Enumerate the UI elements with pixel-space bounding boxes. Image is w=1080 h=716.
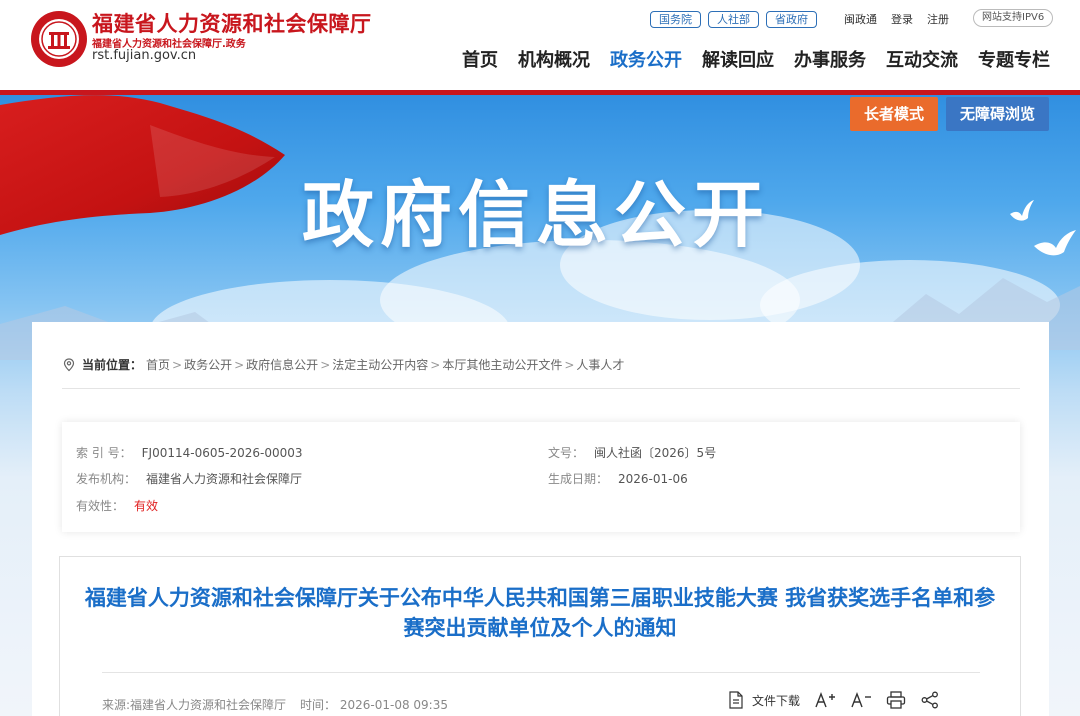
print-icon <box>886 691 906 709</box>
font-increase-icon <box>815 692 836 708</box>
content-card: 当前位置： 首页 > 政务公开 > 政府信息公开 > 法定主动公开内容 > 本厅… <box>32 322 1049 716</box>
divider <box>62 388 1020 389</box>
breadcrumb-item-info-disclosure[interactable]: 政府信息公开 <box>246 356 318 373</box>
meta-date-label: 生成日期： <box>548 472 609 486</box>
share-icon <box>921 691 938 709</box>
document-source: 来源:福建省人力资源和社会保障厅 <box>102 698 287 712</box>
location-icon <box>63 357 75 371</box>
meta-docno-label: 文号： <box>548 446 585 460</box>
link-provincial-gov[interactable]: 省政府 <box>766 10 817 28</box>
meta-org-label: 发布机构： <box>76 472 137 486</box>
elder-mode-button[interactable]: 长者模式 <box>850 97 938 131</box>
link-state-council[interactable]: 国务院 <box>650 10 701 28</box>
top-links: 国务院 人社部 省政府 闽政通 登录 注册 <box>650 10 949 28</box>
dove-icon <box>1010 200 1034 221</box>
breadcrumb-item-home[interactable]: 首页 <box>146 356 170 373</box>
link-login[interactable]: 登录 <box>891 11 913 27</box>
document-tools: 文件下载 <box>728 691 954 709</box>
link-mohrss[interactable]: 人社部 <box>708 10 759 28</box>
breadcrumb-separator: > <box>172 357 183 372</box>
document-panel: 福建省人力资源和社会保障厅关于公布中华人民共和国第三届职业技能大赛 我省获奖选手… <box>59 556 1021 716</box>
meta-validity-value: 有效 <box>134 499 159 513</box>
meta-docno-value: 闽人社函〔2026〕5号 <box>594 446 717 460</box>
meta-org: 发布机构： 福建省人力资源和社会保障厅 <box>76 470 302 487</box>
site-url: rst.fujian.gov.cn <box>92 48 197 63</box>
nav-special-topics[interactable]: 专题专栏 <box>978 46 1050 72</box>
nav-organization[interactable]: 机构概况 <box>518 46 590 72</box>
breadcrumb-separator: > <box>234 357 245 372</box>
share-button[interactable] <box>920 691 940 709</box>
breadcrumb-item-personnel[interactable]: 人事人才 <box>576 356 624 373</box>
breadcrumb-item-government-affairs[interactable]: 政务公开 <box>184 356 232 373</box>
banner-title: 政府信息公开 <box>302 173 771 257</box>
nav-home[interactable]: 首页 <box>462 46 498 72</box>
ipv6-badge: 网站支持IPV6 <box>973 9 1054 27</box>
link-register[interactable]: 注册 <box>927 11 949 27</box>
flag-icon <box>0 95 285 235</box>
meta-date: 生成日期： 2026-01-06 <box>548 470 688 487</box>
meta-index: 索 引 号： FJ00114-0605-2026-00003 <box>76 444 303 461</box>
meta-validity-label: 有效性： <box>76 499 125 513</box>
nav-interaction[interactable]: 互动交流 <box>886 46 958 72</box>
meta-validity: 有效性： 有效 <box>76 497 158 514</box>
breadcrumb: 当前位置： 首页 > 政务公开 > 政府信息公开 > 法定主动公开内容 > 本厅… <box>62 356 624 373</box>
breadcrumb-item-other-documents[interactable]: 本厅其他主动公开文件 <box>442 356 562 373</box>
file-download-icon <box>729 691 743 709</box>
divider <box>102 672 980 673</box>
nav-government-affairs[interactable]: 政务公开 <box>610 46 682 72</box>
main-nav: 首页 机构概况 政务公开 解读回应 办事服务 互动交流 专题专栏 <box>442 46 1050 72</box>
document-title: 福建省人力资源和社会保障厅关于公布中华人民共和国第三届职业技能大赛 我省获奖选手… <box>84 586 996 640</box>
dove-icon <box>1034 230 1076 256</box>
document-info: 来源:福建省人力资源和社会保障厅 时间： 2026-01-08 09:35 <box>102 696 448 713</box>
link-minzhengtong[interactable]: 闽政通 <box>844 11 877 27</box>
breadcrumb-item-statutory-content[interactable]: 法定主动公开内容 <box>332 356 428 373</box>
file-download-label: 文件下载 <box>752 693 801 708</box>
document-time: 时间： 2026-01-08 09:35 <box>300 698 448 712</box>
meta-index-value: FJ00114-0605-2026-00003 <box>141 446 303 460</box>
nav-interpretation[interactable]: 解读回应 <box>702 46 774 72</box>
meta-index-label: 索 引 号： <box>76 446 132 460</box>
meta-docno: 文号： 闽人社函〔2026〕5号 <box>548 444 716 461</box>
meta-date-value: 2026-01-06 <box>618 472 688 486</box>
accessible-mode-button[interactable]: 无障碍浏览 <box>946 97 1049 131</box>
emblem-icon[interactable] <box>30 10 88 68</box>
nav-services[interactable]: 办事服务 <box>794 46 866 72</box>
site-header: 福建省人力资源和社会保障厅 福建省人力资源和社会保障厅.政务 rst.fujia… <box>0 0 1080 90</box>
font-increase-button[interactable] <box>814 691 836 709</box>
font-decrease-icon <box>851 692 872 708</box>
font-decrease-button[interactable] <box>850 691 872 709</box>
breadcrumb-separator: > <box>430 357 441 372</box>
breadcrumb-separator: > <box>564 357 575 372</box>
file-download-button[interactable]: 文件下载 <box>728 691 800 709</box>
print-button[interactable] <box>886 691 906 709</box>
document-metadata: 索 引 号： FJ00114-0605-2026-00003 文号： 闽人社函〔20… <box>62 422 1020 532</box>
meta-org-value: 福建省人力资源和社会保障厅 <box>146 472 303 486</box>
breadcrumb-separator: > <box>320 357 331 372</box>
breadcrumb-label: 当前位置： <box>82 358 143 372</box>
site-name[interactable]: 福建省人力资源和社会保障厅 <box>92 8 372 38</box>
